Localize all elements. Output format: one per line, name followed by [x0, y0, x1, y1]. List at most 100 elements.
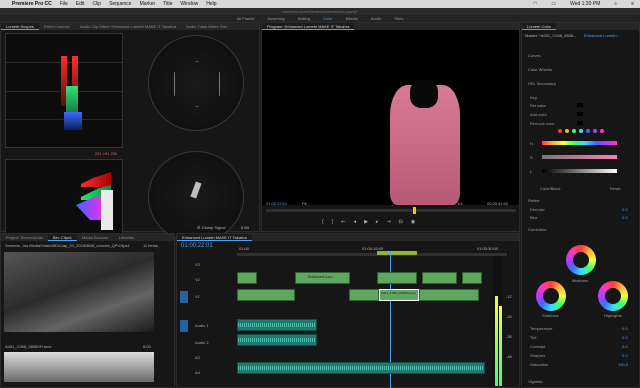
- menu-edit[interactable]: Edit: [76, 1, 85, 7]
- track-audio-1[interactable]: Audio 1: [195, 323, 209, 328]
- sequence-clip-selector[interactable]: Enhanced Lumetri...: [584, 33, 620, 38]
- contrast-value[interactable]: 0.0: [622, 344, 628, 349]
- a1-clip-2[interactable]: [237, 334, 317, 346]
- step-forward-icon[interactable]: ▸: [376, 219, 379, 225]
- workspace-assembly[interactable]: Assembly: [267, 15, 284, 22]
- eyedropper-add[interactable]: [577, 112, 583, 116]
- a3-clip[interactable]: [237, 362, 485, 374]
- menu-app[interactable]: Premiere Pro CC: [12, 1, 52, 7]
- section-color-wheels[interactable]: Color Wheels: [528, 67, 552, 72]
- wifi-icon[interactable]: ◠: [533, 1, 537, 7]
- program-scrubber[interactable]: [266, 207, 516, 214]
- track-selector-a1[interactable]: [180, 320, 188, 332]
- fit-select[interactable]: Fit: [302, 201, 306, 206]
- play-icon[interactable]: ▶: [364, 219, 368, 225]
- saturation-slider[interactable]: [542, 155, 617, 159]
- tab-lumetri-scopes[interactable]: Lumetri Scopes: [1, 23, 39, 30]
- v2-clip-4[interactable]: [422, 272, 457, 284]
- workspace-all-panels[interactable]: All Panels: [237, 15, 255, 22]
- menu-clip[interactable]: Clip: [92, 1, 101, 7]
- tab-project[interactable]: Project: Screenshots: [1, 234, 48, 241]
- sharpen-value[interactable]: 0.0: [622, 353, 628, 358]
- v1-clip-selected[interactable]: A001_C068_0808XH.mov: [379, 289, 419, 301]
- workspace-color[interactable]: Color: [323, 15, 333, 22]
- mark-in-icon[interactable]: {: [322, 219, 324, 225]
- shadows-wheel[interactable]: [536, 281, 566, 311]
- quality-select[interactable]: 1/4: [457, 201, 463, 206]
- eyedropper-remove[interactable]: [577, 121, 583, 125]
- section-curves[interactable]: Curves: [528, 53, 541, 58]
- workspace-effects[interactable]: Effects: [346, 15, 358, 22]
- track-v3[interactable]: V3: [195, 262, 200, 267]
- clamp-signal[interactable]: ⚙ Clamp Signal: [197, 225, 226, 230]
- clock[interactable]: Wed 1:30 PM: [570, 1, 600, 7]
- temperature-value[interactable]: 0.0: [622, 326, 628, 331]
- timeline-ruler[interactable]: [237, 251, 507, 256]
- v2-clip-2[interactable]: Enhanced Lum...: [295, 272, 350, 284]
- menu-window[interactable]: Window: [180, 1, 198, 7]
- work-area-bar[interactable]: [377, 251, 417, 255]
- clip-thumbnail-2[interactable]: [4, 352, 154, 382]
- hsl-key-label[interactable]: Key: [530, 95, 537, 100]
- denoise-value[interactable]: 0.0: [622, 207, 628, 212]
- color-black-select[interactable]: Color/Black: [540, 186, 560, 191]
- highlights-wheel[interactable]: [598, 281, 628, 311]
- v2-clip-5[interactable]: [462, 272, 482, 284]
- menu-sequence[interactable]: Sequence: [109, 1, 132, 7]
- menu-file[interactable]: File: [60, 1, 68, 7]
- go-to-in-icon[interactable]: ⇤: [341, 219, 345, 225]
- workspace-audio[interactable]: Audio: [371, 15, 381, 22]
- tab-audio-clip-mixer[interactable]: Audio Clip Mixer: Enhanced Lumetri MAKE …: [75, 23, 181, 30]
- blur-value[interactable]: 0.0: [622, 215, 628, 220]
- v2-clip-3[interactable]: [377, 272, 417, 284]
- tab-effect-controls[interactable]: Effect Controls: [39, 23, 75, 30]
- section-hsl-secondary[interactable]: HSL Secondary: [528, 81, 556, 86]
- v1-clip-4[interactable]: [419, 289, 479, 301]
- track-v2[interactable]: V2: [195, 277, 200, 282]
- a1-clip-1[interactable]: [237, 319, 317, 331]
- tab-audio-track-mixer[interactable]: Audio Track Mixer: Enh: [181, 23, 232, 30]
- v2-clip-1[interactable]: [237, 272, 257, 284]
- step-back-icon[interactable]: ◂: [354, 219, 357, 225]
- vignette-section[interactable]: Vignette: [528, 379, 543, 384]
- program-timecode[interactable]: 01:00:22:01: [266, 201, 287, 206]
- reset-button[interactable]: Reset: [610, 186, 620, 191]
- export-frame-icon[interactable]: ◉: [411, 219, 415, 225]
- list-icon[interactable]: ≡: [631, 1, 634, 7]
- menu-marker[interactable]: Marker: [140, 1, 156, 7]
- correction-section[interactable]: Correction: [528, 227, 546, 232]
- timeline-timecode[interactable]: 01:00:22:01: [181, 243, 213, 249]
- track-a4[interactable]: A4: [195, 370, 200, 375]
- v1-clip-2[interactable]: [349, 289, 379, 301]
- v1-clip-1[interactable]: [237, 289, 295, 301]
- workspace-titles[interactable]: Titles: [394, 15, 403, 22]
- tab-libraries[interactable]: Libraries: [114, 234, 139, 241]
- lightness-slider[interactable]: [542, 169, 617, 173]
- menu-title[interactable]: Title: [163, 1, 172, 7]
- menu-help[interactable]: Help: [206, 1, 216, 7]
- master-clip-selector[interactable]: Master * A001_C068_0808...: [525, 33, 576, 38]
- program-playhead[interactable]: [413, 207, 416, 214]
- tab-media-browser[interactable]: Media Browser: [77, 234, 114, 241]
- go-to-out-icon[interactable]: ⇥: [386, 219, 390, 225]
- battery-icon[interactable]: ▭: [551, 1, 556, 7]
- track-selector-v1[interactable]: [180, 291, 188, 303]
- tab-bin-clips1[interactable]: Bin: Clips1: [47, 234, 78, 241]
- track-a3[interactable]: A3: [195, 355, 200, 360]
- lift-icon[interactable]: ⊟: [399, 219, 403, 225]
- tab-timeline[interactable]: Enhanced Lumetri MAKE IT Takahra: [177, 234, 252, 241]
- tab-program[interactable]: Program: Enhanced Lumetri MAKE IT Takahr…: [262, 23, 355, 30]
- search-icon[interactable]: ⌕: [614, 1, 617, 7]
- saturation-value[interactable]: 100.0: [618, 362, 628, 367]
- bit-depth-select[interactable]: 8 Bit: [241, 225, 249, 230]
- midtones-wheel[interactable]: [566, 245, 596, 275]
- track-v1[interactable]: V1: [195, 294, 200, 299]
- eyedropper-set[interactable]: [577, 103, 583, 107]
- clip-thumbnail-1[interactable]: [4, 252, 154, 332]
- hsl-preset-dots[interactable]: [558, 129, 604, 133]
- hue-slider[interactable]: [542, 141, 617, 145]
- workspace-editing[interactable]: Editing: [298, 15, 310, 22]
- tint-value[interactable]: 0.0: [622, 335, 628, 340]
- tab-lumetri-color[interactable]: Lumetri Color: [522, 23, 557, 30]
- refine-section[interactable]: Refine: [528, 198, 540, 203]
